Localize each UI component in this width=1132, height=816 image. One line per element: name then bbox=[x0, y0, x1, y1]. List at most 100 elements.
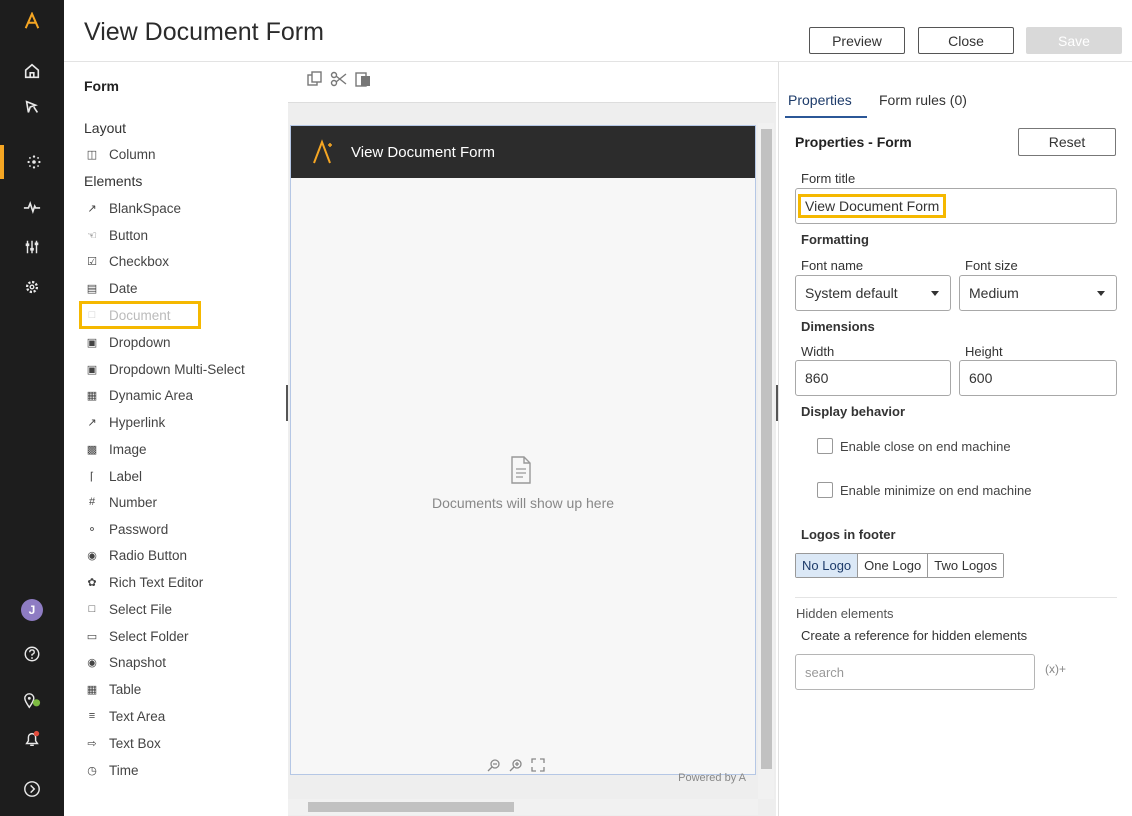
search-input[interactable]: search bbox=[795, 654, 1035, 690]
form-title-field[interactable]: View Document Form bbox=[795, 188, 1117, 224]
close-button[interactable]: Close bbox=[918, 27, 1014, 54]
element-text-area[interactable]: ≡ Text Area bbox=[84, 705, 166, 727]
element-date[interactable]: ▤ Date bbox=[84, 277, 138, 299]
element-radio-button[interactable]: ◉ Radio Button bbox=[84, 544, 187, 566]
enable-close-checkbox[interactable] bbox=[817, 438, 833, 454]
activity-icon[interactable] bbox=[0, 190, 64, 224]
notifications-icon[interactable] bbox=[0, 722, 64, 756]
element-label: Dynamic Area bbox=[109, 387, 194, 403]
element-label: Date bbox=[109, 280, 138, 296]
element-button[interactable]: ☜ Button bbox=[84, 224, 148, 246]
form-elements-panel: Form Layout ◫ Column Elements ↗ BlankSpac… bbox=[64, 62, 286, 816]
element-label: Text Box bbox=[109, 735, 161, 751]
select-folder-icon: ▭ bbox=[86, 630, 98, 643]
vertical-scrollbar[interactable] bbox=[758, 123, 774, 799]
automation-icon[interactable] bbox=[0, 145, 64, 179]
button-icon: ☜ bbox=[87, 229, 97, 242]
form-title-value: View Document Form bbox=[797, 194, 947, 218]
layout-label: Layout bbox=[84, 120, 127, 136]
element-blankspace[interactable]: ↗ BlankSpace bbox=[84, 197, 181, 219]
reset-button[interactable]: Reset bbox=[1018, 128, 1116, 156]
password-icon: ⚬ bbox=[87, 523, 97, 536]
element-snapshot[interactable]: ◉ Snapshot bbox=[84, 651, 166, 673]
element-column[interactable]: ◫ Column bbox=[84, 143, 156, 165]
element-checkbox[interactable]: ☑ Checkbox bbox=[84, 250, 169, 272]
element-label: Hyperlink bbox=[109, 414, 166, 430]
logo-icon[interactable] bbox=[0, 4, 64, 38]
element-text-box[interactable]: ⇨ Text Box bbox=[84, 732, 161, 754]
font-size-value: Medium bbox=[969, 285, 1019, 301]
image-icon: ▩ bbox=[86, 443, 98, 456]
avatar-initial: J bbox=[21, 599, 43, 621]
font-size-select[interactable]: Medium bbox=[959, 275, 1117, 311]
element-table[interactable]: ▦ Table bbox=[84, 678, 141, 700]
width-field[interactable]: 860 bbox=[795, 360, 951, 396]
save-button[interactable]: Save bbox=[1026, 27, 1122, 54]
home-icon[interactable] bbox=[0, 54, 64, 88]
section-divider bbox=[795, 597, 1117, 598]
elements-label: Elements bbox=[84, 173, 143, 189]
paste-icon[interactable] bbox=[354, 70, 372, 88]
element-password[interactable]: ⚬ Password bbox=[84, 518, 168, 540]
help-icon[interactable] bbox=[0, 637, 64, 671]
tab-form-rules[interactable]: Form rules (0) bbox=[879, 92, 967, 108]
element-label: Document bbox=[109, 307, 171, 323]
element-label: Time bbox=[109, 762, 139, 778]
zoom-out-icon[interactable] bbox=[487, 758, 501, 772]
form-canvas: View Document Form Documents will show u… bbox=[288, 102, 776, 816]
snapshot-icon: ◉ bbox=[87, 656, 97, 669]
number-icon: # bbox=[88, 496, 96, 508]
font-name-select[interactable]: System default bbox=[795, 275, 951, 311]
element-hyperlink[interactable]: ↗ Hyperlink bbox=[84, 411, 165, 433]
element-label: Rich Text Editor bbox=[109, 574, 204, 590]
element-select-file[interactable]: □ Select File bbox=[84, 598, 172, 620]
location-icon[interactable] bbox=[0, 684, 64, 718]
chevron-down-icon bbox=[1097, 291, 1105, 296]
label-icon: ⌈ bbox=[89, 470, 95, 483]
insert-variable-icon[interactable]: (x)+ bbox=[1045, 662, 1066, 676]
element-rich-text-editor[interactable]: ✿ Rich Text Editor bbox=[84, 571, 203, 593]
width-value: 860 bbox=[805, 370, 829, 386]
element-label[interactable]: ⌈ Label bbox=[84, 465, 142, 487]
two-logos-option[interactable]: Two Logos bbox=[928, 554, 1004, 577]
height-field[interactable]: 600 bbox=[959, 360, 1117, 396]
display-behavior-label: Display behavior bbox=[801, 404, 906, 419]
explore-icon[interactable] bbox=[0, 90, 64, 124]
element-label: Table bbox=[109, 681, 142, 697]
app-logo-icon bbox=[313, 139, 332, 164]
dimensions-label: Dimensions bbox=[801, 319, 875, 334]
font-name-label: Font name bbox=[801, 258, 864, 273]
preview-button[interactable]: Preview bbox=[809, 27, 905, 54]
expand-icon[interactable] bbox=[0, 772, 64, 806]
scrollbar-thumb[interactable] bbox=[308, 802, 514, 812]
copy-icon[interactable] bbox=[306, 70, 324, 88]
blankspace-icon: ↗ bbox=[87, 202, 97, 215]
element-dropdown[interactable]: ▣ Dropdown bbox=[84, 331, 171, 353]
manage-icon[interactable] bbox=[0, 230, 64, 264]
element-label: Checkbox bbox=[109, 253, 170, 269]
no-logo-option[interactable]: No Logo bbox=[796, 554, 859, 577]
dynamic-area-icon: ▦ bbox=[86, 389, 98, 402]
fit-screen-icon[interactable] bbox=[531, 758, 545, 772]
document-icon: □ bbox=[88, 309, 96, 321]
element-dynamic-area[interactable]: ▦ Dynamic Area bbox=[84, 384, 193, 406]
element-dropdown-multi-select[interactable]: ▣ Dropdown Multi-Select bbox=[84, 358, 245, 380]
form-preview[interactable]: View Document Form Documents will show u… bbox=[290, 125, 756, 775]
element-number[interactable]: # Number bbox=[84, 491, 157, 513]
scrollbar-thumb[interactable] bbox=[761, 129, 772, 769]
element-image[interactable]: ▩ Image bbox=[84, 438, 147, 460]
one-logo-option[interactable]: One Logo bbox=[858, 554, 929, 577]
element-document[interactable]: □ Document bbox=[79, 301, 201, 329]
element-select-folder[interactable]: ▭ Select Folder bbox=[84, 625, 189, 647]
zoom-in-icon[interactable] bbox=[509, 758, 523, 772]
element-label: Select File bbox=[109, 601, 173, 617]
avatar[interactable]: J bbox=[0, 593, 64, 627]
cut-icon[interactable] bbox=[330, 70, 348, 88]
powered-by-label: Powered by A bbox=[678, 772, 746, 784]
tab-properties[interactable]: Properties bbox=[788, 92, 852, 108]
settings-icon[interactable] bbox=[0, 270, 64, 304]
enable-minimize-checkbox[interactable] bbox=[817, 482, 833, 498]
element-label: Column bbox=[109, 146, 156, 162]
element-time[interactable]: ◷ Time bbox=[84, 759, 139, 781]
horizontal-scrollbar[interactable] bbox=[288, 799, 758, 815]
